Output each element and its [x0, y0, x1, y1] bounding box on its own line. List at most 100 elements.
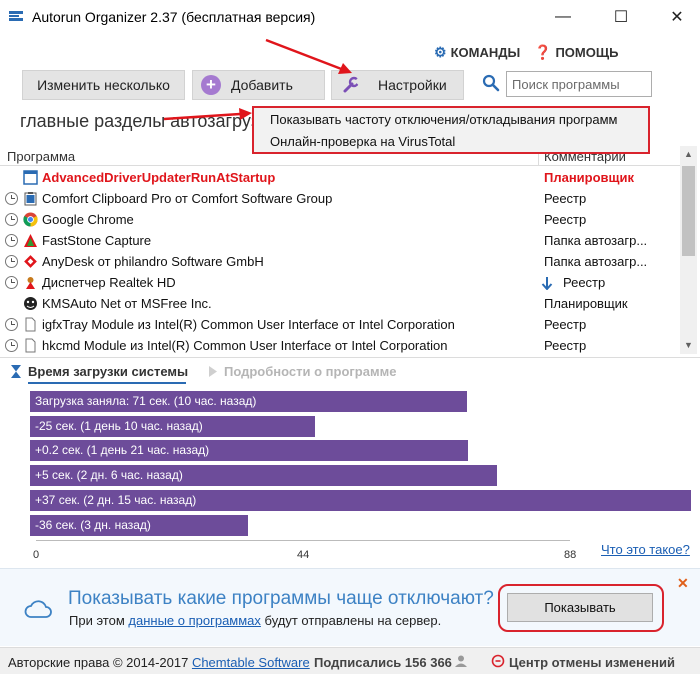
commands-label: КОМАНДЫ — [450, 45, 521, 60]
copyright-text: Авторские права © 2014-2017 Chemtable So… — [8, 655, 310, 670]
user-icon — [455, 655, 467, 667]
program-name: AdvancedDriverUpdaterRunAtStartup — [42, 170, 276, 185]
chart-bar: +5 сек. (2 дн. 6 час. назад) — [30, 465, 497, 487]
what-is-this-link[interactable]: Что это такое? — [601, 542, 690, 557]
subscribers-count: Подписались 156 366 — [314, 655, 452, 670]
scrollbar-thumb[interactable] — [682, 166, 695, 256]
program-comment: Реестр — [544, 338, 587, 353]
anydesk-icon — [24, 255, 37, 268]
help-icon: ❓ — [534, 44, 552, 60]
plus-icon: + — [201, 75, 221, 95]
realtek-icon — [26, 277, 35, 289]
program-name: AnyDesk от philandro Software GmbH — [42, 254, 264, 269]
edit-multiple-label: Изменить несколько — [37, 77, 170, 93]
clock-icon — [5, 234, 18, 247]
program-name: igfxTray Module из Intel(R) Common User … — [42, 317, 455, 332]
company-link[interactable]: Chemtable Software — [192, 655, 310, 670]
close-button[interactable]: ✕ — [654, 0, 700, 34]
table-row[interactable]: hkcmd Module из Intel(R) Common User Int… — [0, 335, 680, 356]
notification-subtext: При этом данные о программах будут отпра… — [69, 613, 441, 628]
wrench-icon — [343, 76, 360, 93]
chart-bar: -36 сек. (3 дн. назад) — [30, 514, 248, 536]
clock-icon — [5, 192, 18, 205]
search-icon — [482, 74, 500, 92]
program-comment: Реестр — [544, 212, 587, 227]
program-name: Google Chrome — [42, 212, 134, 227]
table-row[interactable]: Диспетчер Realtek HD Реестр — [0, 272, 680, 293]
chart-bar: -25 сек. (1 день 10 час. назад) — [30, 415, 315, 437]
app-logo-icon — [9, 11, 23, 21]
generic-file-icon — [25, 317, 36, 332]
edit-multiple-button[interactable]: Изменить несколько — [22, 70, 185, 100]
commands-menu[interactable]: ⚙ КОМАНДЫ — [434, 44, 520, 61]
clock-icon — [5, 318, 18, 331]
hourglass-icon — [11, 365, 21, 378]
table-row[interactable]: AnyDesk от philandro Software GmbH Папка… — [0, 251, 680, 272]
column-header-program[interactable]: Программа — [7, 149, 75, 164]
clock-icon — [5, 276, 18, 289]
faststone-icon — [24, 234, 37, 247]
window-title: Autorun Organizer 2.37 (бесплатная верси… — [32, 9, 316, 25]
table-row[interactable]: AdvancedDriverUpdaterRunAtStartup Планир… — [0, 167, 680, 188]
chart-bar: +0.2 сек. (1 день 21 час. назад) — [30, 440, 468, 462]
table-row[interactable]: Comfort Clipboard Pro от Comfort Softwar… — [0, 188, 680, 209]
clock-icon — [5, 339, 18, 352]
settings-button[interactable]: Настройки — [331, 70, 464, 100]
program-comment: Реестр — [563, 275, 606, 290]
gear-icon: ⚙ — [434, 44, 447, 60]
section-title: главные разделы автозагрузки — [20, 111, 278, 131]
maximize-button[interactable]: ☐ — [598, 0, 644, 34]
help-label: ПОМОЩЬ — [555, 45, 619, 60]
arrow-down-icon — [541, 277, 553, 290]
cloud-icon — [24, 600, 52, 618]
clock-icon — [5, 255, 18, 268]
add-button[interactable]: + Добавить — [192, 70, 325, 100]
table-row[interactable]: FastStone Capture Папка автозагр... — [0, 230, 680, 251]
chart-tick-label: 0 — [33, 549, 40, 561]
app-window-icon — [23, 170, 38, 185]
info-panel — [0, 357, 700, 567]
notification-close-icon[interactable]: ✕ — [677, 575, 689, 592]
notif-sub-suffix: будут отправлены на сервер. — [264, 613, 442, 628]
search-input[interactable] — [506, 71, 652, 97]
chrome-icon — [23, 212, 38, 227]
tab-boot-time[interactable]: Время загрузки системы — [28, 364, 188, 379]
tab-program-details[interactable]: Подробности о программе — [224, 364, 396, 379]
add-label: Добавить — [231, 77, 293, 93]
undo-center-icon — [491, 654, 505, 668]
program-comment: Папка автозагр... — [544, 254, 648, 269]
table-scrollbar[interactable]: ▲ ▼ — [680, 146, 697, 354]
active-tab-underline — [28, 382, 186, 384]
copyright-label: Авторские права © 2014-2017 — [8, 655, 189, 670]
scroll-up-icon[interactable]: ▲ — [680, 146, 697, 163]
program-comment: Реестр — [544, 317, 587, 332]
table-row[interactable]: KMSAuto Net от MSFree Inc. Планировщик — [0, 293, 680, 314]
settings-dropdown-menu: Показывать частоту отключения/откладыван… — [252, 106, 650, 154]
chart-tick-label: 44 — [297, 549, 310, 561]
program-name: KMSAuto Net от MSFree Inc. — [42, 296, 212, 311]
menu-item-virustotal[interactable]: Онлайн-проверка на VirusTotal — [270, 134, 455, 149]
notification-question: Показывать какие программы чаще отключаю… — [68, 588, 494, 609]
settings-label: Настройки — [378, 77, 447, 93]
show-button[interactable]: Показывать — [507, 593, 653, 622]
chart-axis — [36, 540, 570, 541]
generic-file-icon — [25, 338, 36, 353]
program-data-link[interactable]: данные о программах — [128, 613, 261, 628]
play-icon — [209, 366, 217, 377]
clock-icon — [5, 213, 18, 226]
chart-bar: Загрузка заняла: 71 сек. (10 час. назад) — [30, 391, 467, 412]
minimize-button[interactable]: — — [540, 0, 586, 34]
table-row[interactable]: Google Chrome Реестр — [0, 209, 680, 230]
scroll-down-icon[interactable]: ▼ — [680, 337, 697, 354]
program-name: Диспетчер Realtek HD — [42, 275, 176, 290]
table-row[interactable]: igfxTray Module из Intel(R) Common User … — [0, 314, 680, 335]
menu-item-show-frequency[interactable]: Показывать частоту отключения/откладыван… — [270, 112, 617, 127]
chart-tick-label: 88 — [564, 549, 577, 561]
undo-center-button[interactable]: Центр отмены изменений — [509, 655, 675, 670]
notif-sub-prefix: При этом — [69, 613, 125, 628]
kmsauto-icon — [24, 297, 37, 310]
clipboard-icon — [24, 192, 37, 206]
help-menu[interactable]: ❓ ПОМОЩЬ — [534, 44, 618, 61]
program-name: FastStone Capture — [42, 233, 152, 248]
program-comment: Планировщик — [544, 296, 628, 311]
